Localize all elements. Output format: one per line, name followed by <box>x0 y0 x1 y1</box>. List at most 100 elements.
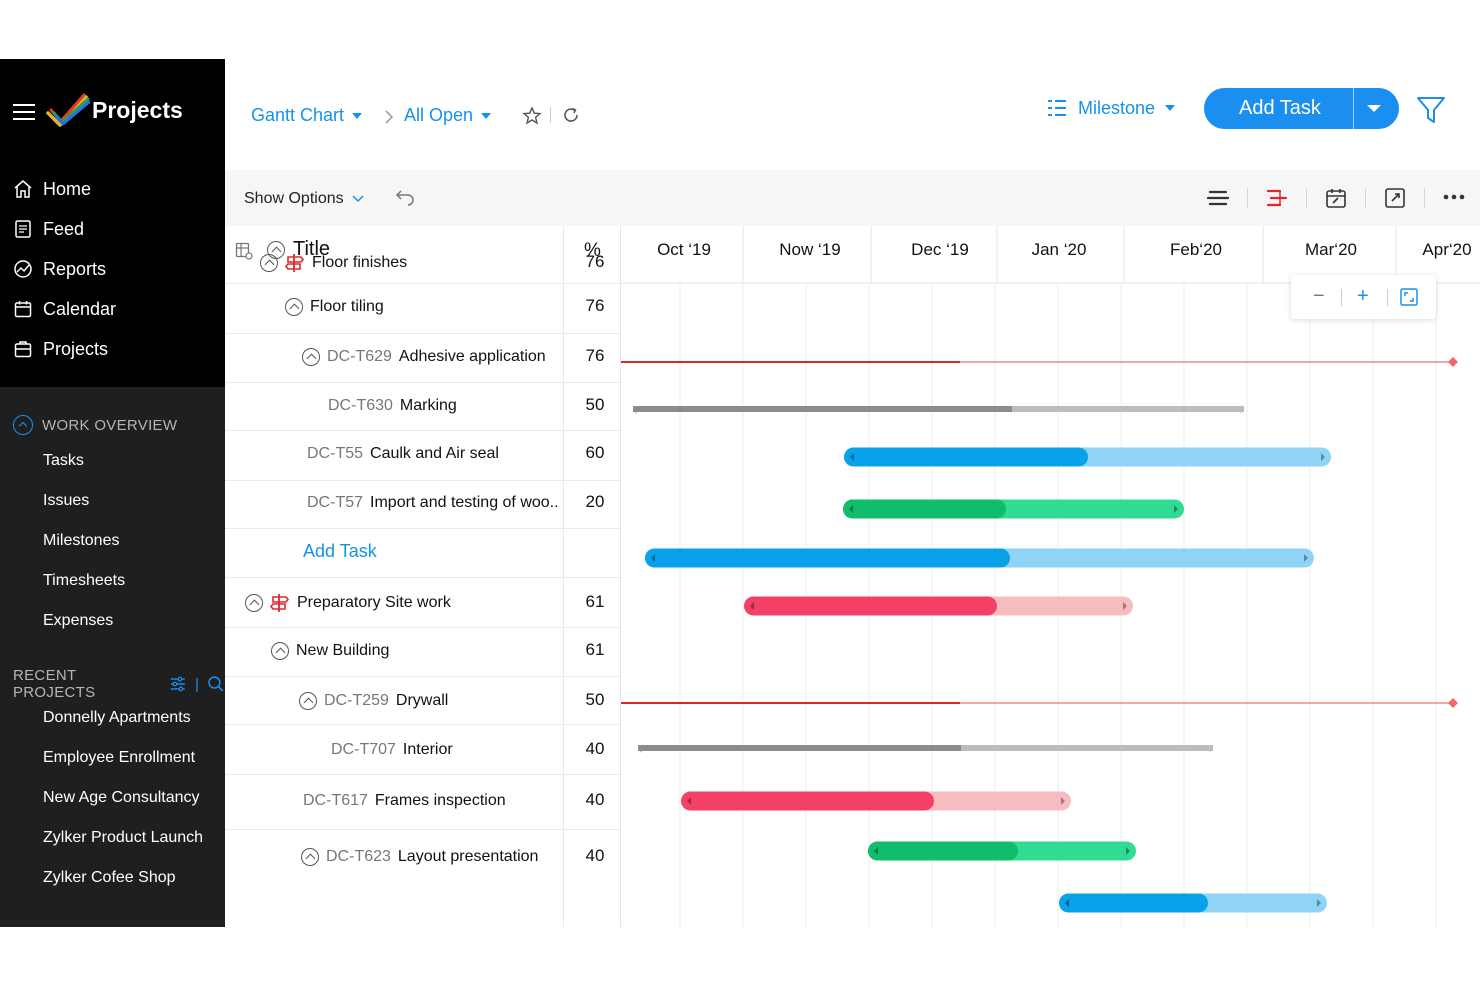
task-id[interactable]: DC-T55 <box>307 445 363 463</box>
zoom-controls: − + <box>1291 275 1436 319</box>
task-name[interactable]: Floor finishes <box>312 254 407 272</box>
collapse-toggle-icon[interactable] <box>301 848 319 866</box>
task-row[interactable]: DC-T57 Import and testing of woo.. <box>225 491 563 515</box>
milestone-view-dropdown[interactable]: Milestone <box>1046 97 1176 119</box>
add-task-link[interactable]: Add Task <box>303 541 377 562</box>
hamburger-menu-icon[interactable] <box>13 104 35 121</box>
month-label: Feb‘20 <box>1170 240 1222 259</box>
task-name[interactable]: Interior <box>403 741 453 759</box>
search-icon[interactable] <box>207 675 225 693</box>
task-name[interactable]: Marking <box>400 397 457 415</box>
collapse-toggle-icon[interactable] <box>299 692 317 710</box>
task-name[interactable]: Floor tiling <box>310 298 384 316</box>
recent-project-item[interactable]: Zylker Cofee Shop <box>43 869 215 887</box>
task-id[interactable]: DC-T259 <box>324 692 389 710</box>
chevron-down-icon[interactable] <box>1367 105 1381 112</box>
nav-item-reports[interactable]: Reports <box>13 257 106 281</box>
task-name[interactable]: Caulk and Air seal <box>370 445 499 463</box>
sidebar-item-issues[interactable]: Issues <box>43 492 89 510</box>
task-name[interactable]: Frames inspection <box>375 792 506 810</box>
add-task-label: Add Task <box>1239 97 1321 119</box>
collapse-toggle-icon[interactable] <box>302 348 320 366</box>
sidebar-top: Projects Home Feed Reports Calendar Proj… <box>0 59 225 387</box>
collapse-toggle-icon[interactable] <box>271 642 289 660</box>
month-label: Dec ‘19 <box>911 240 969 259</box>
recent-project-item[interactable]: Donnelly Apartments <box>43 709 215 727</box>
task-name[interactable]: Drywall <box>396 692 448 710</box>
recent-project-item[interactable]: New Age Consultancy <box>43 789 215 807</box>
task-row[interactable]: DC-T617 Frames inspection <box>225 789 563 813</box>
undo-icon[interactable] <box>395 188 415 206</box>
calendar-icon[interactable] <box>1324 186 1348 210</box>
divider <box>1353 88 1354 129</box>
milestone-row[interactable]: Floor finishes <box>225 251 563 275</box>
task-row[interactable]: DC-T707 Interior <box>225 738 563 762</box>
app-brand: Projects <box>92 97 183 123</box>
feed-icon <box>15 220 31 238</box>
filter-icon[interactable] <box>1416 95 1446 125</box>
critical-path-icon[interactable] <box>1265 186 1289 210</box>
task-table: Title % Floor finishes 76 Floor tiling 76 DC… <box>225 226 620 927</box>
milestone-row[interactable]: Preparatory Site work <box>225 591 563 615</box>
chevron-down-icon <box>352 195 364 203</box>
row-divider <box>225 676 620 677</box>
refresh-icon[interactable] <box>562 106 580 124</box>
nav-item-calendar[interactable]: Calendar <box>13 297 116 321</box>
percent-complete: 40 <box>585 846 605 865</box>
recent-project-item[interactable]: Employee Enrollment <box>43 749 215 767</box>
collapse-toggle-icon[interactable] <box>245 594 263 612</box>
task-bar-progress <box>843 499 1006 519</box>
fit-to-screen-icon[interactable] <box>1400 288 1418 306</box>
task-name[interactable]: New Building <box>296 642 389 660</box>
nav-item-projects[interactable]: Projects <box>13 337 108 361</box>
task-row[interactable]: DC-T55 Caulk and Air seal <box>225 442 563 466</box>
task-name[interactable]: Adhesive application <box>399 348 546 366</box>
collapse-toggle-icon[interactable] <box>285 298 303 316</box>
sidebar-item-expenses[interactable]: Expenses <box>43 612 113 630</box>
task-id[interactable]: DC-T623 <box>326 848 391 866</box>
chevron-down-icon <box>1165 105 1176 111</box>
star-icon[interactable] <box>522 106 542 126</box>
task-row[interactable]: DC-T623 Layout presentation <box>225 845 563 869</box>
task-name[interactable]: Layout presentation <box>398 848 539 866</box>
breadcrumb-all-open[interactable]: All Open <box>404 105 492 126</box>
add-task-button[interactable]: Add Task <box>1204 88 1399 129</box>
task-row[interactable]: DC-T259 Drywall <box>225 689 563 713</box>
gantt-toolbar: Show Options <box>225 170 1480 226</box>
task-id[interactable]: DC-T629 <box>327 348 392 366</box>
zoom-out-icon[interactable]: − <box>1313 285 1325 308</box>
breadcrumb-gantt-chart[interactable]: Gantt Chart <box>251 105 363 126</box>
task-id[interactable]: DC-T707 <box>331 741 396 759</box>
zoom-in-icon[interactable]: + <box>1357 285 1369 308</box>
row-divider <box>225 829 620 830</box>
month-label: Jan ‘20 <box>1031 240 1087 259</box>
task-id[interactable]: DC-T630 <box>328 397 393 415</box>
nav-item-home[interactable]: Home <box>13 177 91 201</box>
work-overview-header[interactable]: WORK OVERVIEW <box>13 415 177 435</box>
task-row[interactable]: DC-T630 Marking <box>225 394 563 418</box>
filter-settings-icon[interactable] <box>169 675 187 693</box>
task-group-row[interactable]: Floor tiling <box>225 295 563 319</box>
work-overview-title: WORK OVERVIEW <box>42 416 178 434</box>
recent-project-item[interactable]: Zylker Product Launch <box>43 829 215 847</box>
sidebar-item-milestones[interactable]: Milestones <box>43 532 119 550</box>
task-id[interactable]: DC-T57 <box>307 494 363 512</box>
task-group-row[interactable]: New Building <box>225 639 563 663</box>
nav-label: Feed <box>43 218 85 239</box>
task-name[interactable]: Preparatory Site work <box>297 594 451 612</box>
bars-view-icon[interactable] <box>1206 186 1230 210</box>
row-divider <box>225 382 620 383</box>
collapse-toggle-icon[interactable] <box>260 254 278 272</box>
task-row[interactable]: DC-T629 Adhesive application <box>225 345 563 369</box>
more-options-icon[interactable] <box>1442 190 1466 204</box>
chevron-down-icon <box>352 112 363 119</box>
show-options-dropdown[interactable]: Show Options <box>244 190 364 208</box>
sidebar-item-tasks[interactable]: Tasks <box>43 452 84 470</box>
percent-complete: 76 <box>585 346 605 365</box>
task-id[interactable]: DC-T617 <box>303 792 368 810</box>
task-name[interactable]: Import and testing of woo.. <box>370 494 559 512</box>
sidebar-item-timesheets[interactable]: Timesheets <box>43 572 125 590</box>
nav-item-feed[interactable]: Feed <box>13 217 84 241</box>
expand-icon[interactable] <box>1383 186 1407 210</box>
row-divider <box>225 480 620 481</box>
